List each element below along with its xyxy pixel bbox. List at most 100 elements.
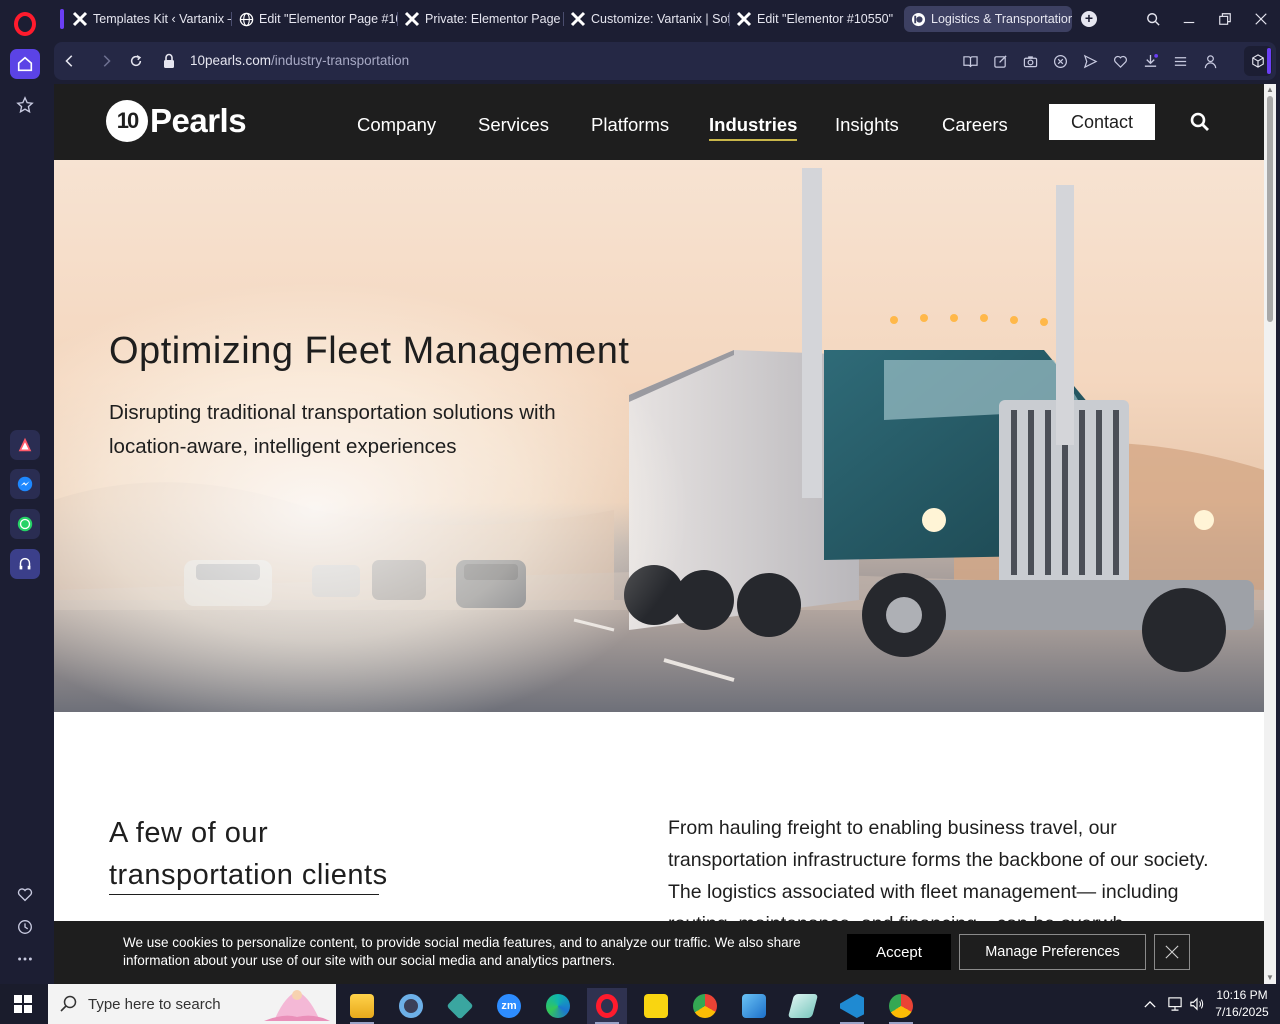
edit-share-icon[interactable] xyxy=(991,52,1009,70)
profile-icon[interactable] xyxy=(1201,52,1219,70)
tab-strip-accent xyxy=(60,9,64,29)
zoom-app-icon[interactable]: zm xyxy=(489,988,529,1024)
cookie-close-icon[interactable] xyxy=(1154,934,1190,970)
search-highlight-art-icon xyxy=(264,990,330,1021)
elementor-x-icon xyxy=(72,11,88,27)
network-icon[interactable] xyxy=(1166,996,1184,1012)
tray-overflow-chevron-icon[interactable] xyxy=(1141,996,1159,1012)
history-clock-icon[interactable] xyxy=(10,912,40,942)
clients-heading-line1: A few of our xyxy=(109,817,269,849)
url-field[interactable]: 10pearls.com/industry-transportation xyxy=(190,53,409,68)
taskbar-search-placeholder: Type here to search xyxy=(88,996,221,1013)
logo-mark: 10 xyxy=(106,100,148,142)
messenger-icon[interactable] xyxy=(10,469,40,499)
elementor-x-icon xyxy=(736,11,752,27)
restore-icon[interactable] xyxy=(1215,9,1235,29)
clients-heading-line2: transportation clients xyxy=(109,859,388,891)
clock-date: 7/16/2025 xyxy=(1215,1005,1269,1019)
snapshot-camera-icon[interactable] xyxy=(1021,52,1039,70)
nav-platforms[interactable]: Platforms xyxy=(591,114,669,136)
heart-icon[interactable] xyxy=(10,880,40,910)
nav-insights[interactable]: Insights xyxy=(835,114,899,136)
home-icon[interactable] xyxy=(10,49,40,79)
hero-title: Optimizing Fleet Management xyxy=(109,330,630,372)
chrome-browser-icon[interactable] xyxy=(685,988,725,1024)
nav-company[interactable]: Company xyxy=(357,114,436,136)
vscode-icon[interactable] xyxy=(832,988,872,1024)
hex-app-icon[interactable] xyxy=(440,988,480,1024)
tab-edit-elementor-10550[interactable]: Edit "Elementor #10550" xyxy=(730,6,896,32)
tab-customize-vartanix[interactable]: Customize: Vartanix | Soft xyxy=(564,6,730,32)
music-player-icon[interactable] xyxy=(10,549,40,579)
site-search-icon[interactable] xyxy=(1190,112,1210,132)
taskbar-clock[interactable]: 10:16 PM 7/16/2025 xyxy=(1206,987,1278,1021)
web-page-viewport: 10 Pearls Company Services Platforms Ind… xyxy=(54,84,1276,984)
url-path: /industry-transportation xyxy=(271,53,410,68)
edge-browser-icon[interactable] xyxy=(538,988,578,1024)
photos-app-icon[interactable] xyxy=(734,988,774,1024)
reload-icon[interactable] xyxy=(126,51,146,71)
downloads-icon[interactable] xyxy=(1141,52,1159,70)
tab-label: Logistics & Transportation xyxy=(931,12,1072,26)
tab-label: Private: Elementor Page # xyxy=(425,12,564,26)
page-scrollbar[interactable]: ▲ ▼ xyxy=(1264,84,1276,984)
opera-browser-icon[interactable] xyxy=(587,988,627,1024)
manage-preferences-button[interactable]: Manage Preferences xyxy=(959,934,1146,970)
reader-mode-icon[interactable] xyxy=(961,52,979,70)
bookmark-heart-icon[interactable] xyxy=(1111,52,1129,70)
tab-private-elementor-page[interactable]: Private: Elementor Page # xyxy=(398,6,564,32)
nav-industries[interactable]: Industries xyxy=(709,114,798,141)
lock-icon[interactable] xyxy=(162,53,176,69)
logo-word: Pearls xyxy=(150,102,247,139)
clients-heading-underline xyxy=(109,894,379,895)
hero-section: Optimizing Fleet Management Disrupting t… xyxy=(54,160,1264,712)
hero-subtitle: Disrupting traditional transportation so… xyxy=(109,401,556,458)
tab-label: Edit "Elementor Page #10 xyxy=(259,12,398,26)
nav-careers[interactable]: Careers xyxy=(942,114,1008,136)
paint-tool-icon[interactable] xyxy=(391,988,431,1024)
tab-templates-kit[interactable]: Templates Kit ‹ Vartanix — xyxy=(66,6,232,32)
flow-send-icon[interactable] xyxy=(1081,52,1099,70)
opera-logo-icon[interactable] xyxy=(14,12,36,36)
taskbar-search-box[interactable]: Type here to search xyxy=(48,984,336,1024)
tab-edit-elementor-page[interactable]: Edit "Elementor Page #10 xyxy=(232,6,398,32)
cookie-banner: We use cookies to personalize content, t… xyxy=(54,921,1264,984)
scroll-down-arrow-icon[interactable]: ▼ xyxy=(1266,974,1274,982)
elementor-x-icon xyxy=(570,11,586,27)
crystal-app-icon[interactable] xyxy=(783,988,823,1024)
more-dots-icon[interactable] xyxy=(10,944,40,974)
volume-icon[interactable] xyxy=(1188,996,1206,1012)
globe-icon xyxy=(238,11,254,27)
tab-logistics-transportation[interactable]: Logistics & Transportation xyxy=(904,6,1072,32)
adblock-icon[interactable] xyxy=(1051,52,1069,70)
minimize-icon[interactable] xyxy=(1179,9,1199,29)
url-domain: 10pearls.com xyxy=(190,53,272,68)
site-header: 10 Pearls Company Services Platforms Ind… xyxy=(54,84,1264,160)
tab-search-icon[interactable] xyxy=(1143,9,1163,29)
tab-label: Templates Kit ‹ Vartanix — xyxy=(93,12,232,26)
contact-button[interactable]: Contact xyxy=(1049,104,1155,140)
forward-arrow-icon[interactable] xyxy=(96,51,116,71)
site-logo[interactable]: 10 Pearls xyxy=(106,100,247,142)
easy-setup-icon[interactable] xyxy=(1171,52,1189,70)
new-tab-button[interactable]: + xyxy=(1081,11,1097,27)
whatsapp-icon[interactable] xyxy=(10,509,40,539)
close-window-icon[interactable] xyxy=(1251,9,1271,29)
back-arrow-icon[interactable] xyxy=(60,51,80,71)
bookmarks-star-icon[interactable] xyxy=(10,90,40,120)
chrome-browser-icon[interactable] xyxy=(881,988,921,1024)
clock-time: 10:16 PM xyxy=(1216,988,1268,1002)
nav-services[interactable]: Services xyxy=(478,114,549,136)
10pearls-icon xyxy=(910,11,926,27)
scroll-up-arrow-icon[interactable]: ▲ xyxy=(1266,86,1274,94)
magnifier-icon xyxy=(60,995,77,1012)
extensions-accent xyxy=(1267,48,1271,74)
address-bar: 10pearls.com/industry-transportation xyxy=(54,42,1276,80)
windows-start-icon[interactable] xyxy=(14,995,32,1013)
scroll-thumb[interactable] xyxy=(1267,96,1273,322)
aria-ai-icon[interactable] xyxy=(10,430,40,460)
file-explorer-icon[interactable] xyxy=(342,988,382,1024)
opera-sidebar xyxy=(0,0,50,984)
accept-cookies-button[interactable]: Accept xyxy=(847,934,951,970)
sticky-notes-icon[interactable] xyxy=(636,988,676,1024)
